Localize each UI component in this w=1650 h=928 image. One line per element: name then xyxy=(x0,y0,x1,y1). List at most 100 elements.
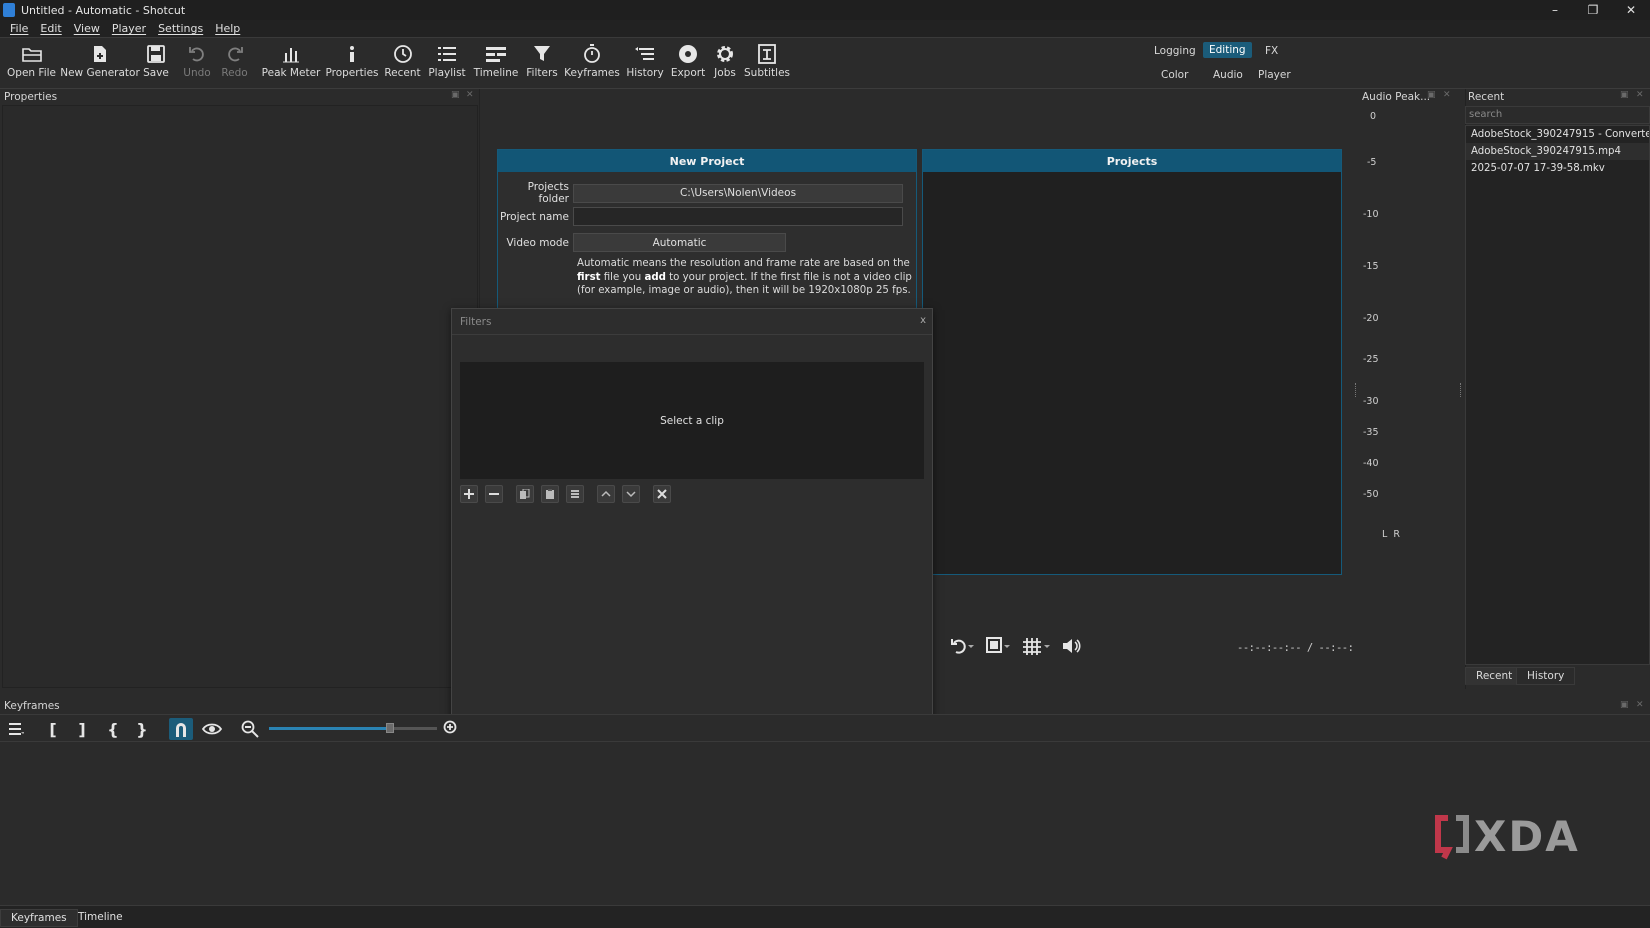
menu-settings[interactable]: Settings xyxy=(152,22,209,35)
new-generator-button[interactable]: New Generator xyxy=(60,42,140,79)
close-panel-icon[interactable]: ✕ xyxy=(1636,700,1644,710)
clock-icon xyxy=(393,42,413,66)
splitter-handle[interactable] xyxy=(1460,383,1462,397)
minimize-button[interactable]: – xyxy=(1536,0,1574,20)
filter-out-button[interactable]: } xyxy=(130,718,154,740)
volume-button[interactable] xyxy=(1062,637,1082,655)
open-file-button[interactable]: Open File xyxy=(7,42,56,79)
move-filter-up-button[interactable] xyxy=(597,485,615,503)
keyframes-zoom-slider[interactable] xyxy=(269,723,437,733)
stack-icon xyxy=(571,490,579,498)
video-mode-label: Video mode xyxy=(506,236,569,249)
filters-button[interactable]: Filters xyxy=(526,42,558,79)
filters-close-button[interactable]: x xyxy=(920,315,926,326)
project-name-input[interactable] xyxy=(573,207,903,226)
float-panel-icon[interactable]: ▣ xyxy=(1620,700,1629,710)
remove-filter-button[interactable] xyxy=(485,485,503,503)
recent-files-list: AdobeStock_390247915 - Converted... Adob… xyxy=(1465,125,1650,665)
close-button[interactable]: ✕ xyxy=(1612,0,1650,20)
bracket-right-icon: ] xyxy=(78,719,86,739)
zoom-out-button[interactable] xyxy=(238,718,262,740)
menu-file[interactable]: File xyxy=(4,22,34,35)
layout-player[interactable]: Player xyxy=(1252,67,1297,83)
trim-out-button[interactable]: ] xyxy=(70,718,94,740)
splitter-handle[interactable] xyxy=(1355,383,1357,397)
float-panel-icon[interactable]: ▣ xyxy=(1620,90,1629,100)
recent-file-item[interactable]: AdobeStock_390247915 - Converted... xyxy=(1466,126,1649,143)
trim-in-button[interactable]: [ xyxy=(41,718,65,740)
float-panel-icon[interactable]: ▣ xyxy=(1427,90,1436,100)
close-panel-icon[interactable]: ✕ xyxy=(1636,90,1644,100)
meter-tick: 0 xyxy=(1370,111,1377,122)
timeline-icon xyxy=(486,42,506,66)
recent-search-input[interactable]: search xyxy=(1465,106,1650,124)
tab-history[interactable]: History xyxy=(1516,667,1576,685)
float-panel-icon[interactable]: ▣ xyxy=(451,90,460,100)
menu-view[interactable]: View xyxy=(68,22,106,35)
new-project-panel: New Project Projects folder C:\Users\Nol… xyxy=(497,149,917,309)
menu-help[interactable]: Help xyxy=(209,22,246,35)
playlist-button[interactable]: Playlist xyxy=(428,42,466,79)
layout-editing[interactable]: Editing xyxy=(1203,42,1252,58)
close-panel-icon[interactable]: ✕ xyxy=(466,90,474,100)
save-button[interactable]: Save xyxy=(143,42,169,79)
scrub-toggle[interactable] xyxy=(200,718,224,740)
tab-timeline[interactable]: Timeline xyxy=(68,909,133,925)
copy-filters-button[interactable] xyxy=(516,485,534,503)
layout-audio[interactable]: Audio xyxy=(1207,67,1249,83)
audio-peak-title: Audio Peak... xyxy=(1362,91,1431,103)
video-mode-select[interactable]: Automatic xyxy=(573,233,786,252)
move-filter-down-button[interactable] xyxy=(622,485,640,503)
layout-color[interactable]: Color xyxy=(1155,67,1194,83)
close-panel-icon[interactable]: ✕ xyxy=(1443,90,1451,100)
zoom-in-button[interactable] xyxy=(440,718,464,740)
save-preset-button[interactable] xyxy=(566,485,584,503)
projects-folder-button[interactable]: C:\Users\Nolen\Videos xyxy=(573,183,903,203)
meter-tick: -20 xyxy=(1363,313,1379,324)
tab-keyframes[interactable]: Keyframes xyxy=(0,909,78,927)
xda-watermark: XDA xyxy=(1434,812,1580,861)
keyframes-panel-title: Keyframes xyxy=(4,700,60,712)
paste-filters-button[interactable] xyxy=(541,485,559,503)
export-button[interactable]: Export xyxy=(671,42,705,79)
menu-player[interactable]: Player xyxy=(106,22,152,35)
meter-tick: -5 xyxy=(1367,157,1377,168)
meter-tick: -10 xyxy=(1363,209,1379,220)
add-filter-button[interactable] xyxy=(460,485,478,503)
recent-button[interactable]: Recent xyxy=(384,42,421,79)
undo-button[interactable]: Undo xyxy=(183,42,211,79)
properties-button[interactable]: Properties xyxy=(325,42,379,79)
audio-peak-meter-panel xyxy=(1352,89,1464,689)
jobs-button[interactable]: Jobs xyxy=(713,42,737,79)
hamburger-menu-icon xyxy=(9,723,24,735)
redo-button[interactable]: Redo xyxy=(221,42,248,79)
zoom-fit-button[interactable] xyxy=(986,637,1010,655)
subtitles-button[interactable]: Subtitles xyxy=(744,42,790,79)
properties-panel-title: Properties xyxy=(4,91,58,103)
keyframes-menu-button[interactable] xyxy=(4,718,28,740)
recent-file-item[interactable]: AdobeStock_390247915.mp4 xyxy=(1466,143,1649,160)
layout-fx[interactable]: FX xyxy=(1259,43,1284,59)
keyframes-button[interactable]: Keyframes xyxy=(564,42,620,79)
stopwatch-icon xyxy=(583,42,601,66)
window-title: Untitled - Automatic - Shotcut xyxy=(21,3,186,17)
timeline-button[interactable]: Timeline xyxy=(474,42,518,79)
shotcut-logo-icon xyxy=(3,3,15,17)
toggle-zoom-button[interactable] xyxy=(950,637,974,655)
history-button[interactable]: History xyxy=(626,42,664,79)
grid-button[interactable] xyxy=(1022,637,1050,655)
snap-toggle[interactable] xyxy=(169,718,193,740)
info-icon xyxy=(347,42,357,66)
layout-logging[interactable]: Logging xyxy=(1148,43,1202,59)
meter-tick: -40 xyxy=(1363,458,1379,469)
peak-meter-button[interactable]: Peak Meter xyxy=(262,42,320,79)
filter-in-button[interactable]: { xyxy=(101,718,125,740)
deselect-filter-button[interactable] xyxy=(653,485,671,503)
zoom-slider-handle[interactable] xyxy=(385,723,394,733)
plus-icon xyxy=(464,489,474,499)
tab-recent[interactable]: Recent xyxy=(1465,667,1524,685)
meter-channels-label: L R xyxy=(1382,529,1400,540)
recent-file-item[interactable]: 2025-07-07 17-39-58.mkv xyxy=(1466,160,1649,177)
restore-button[interactable]: ❐ xyxy=(1574,0,1612,20)
menu-edit[interactable]: Edit xyxy=(34,22,67,35)
